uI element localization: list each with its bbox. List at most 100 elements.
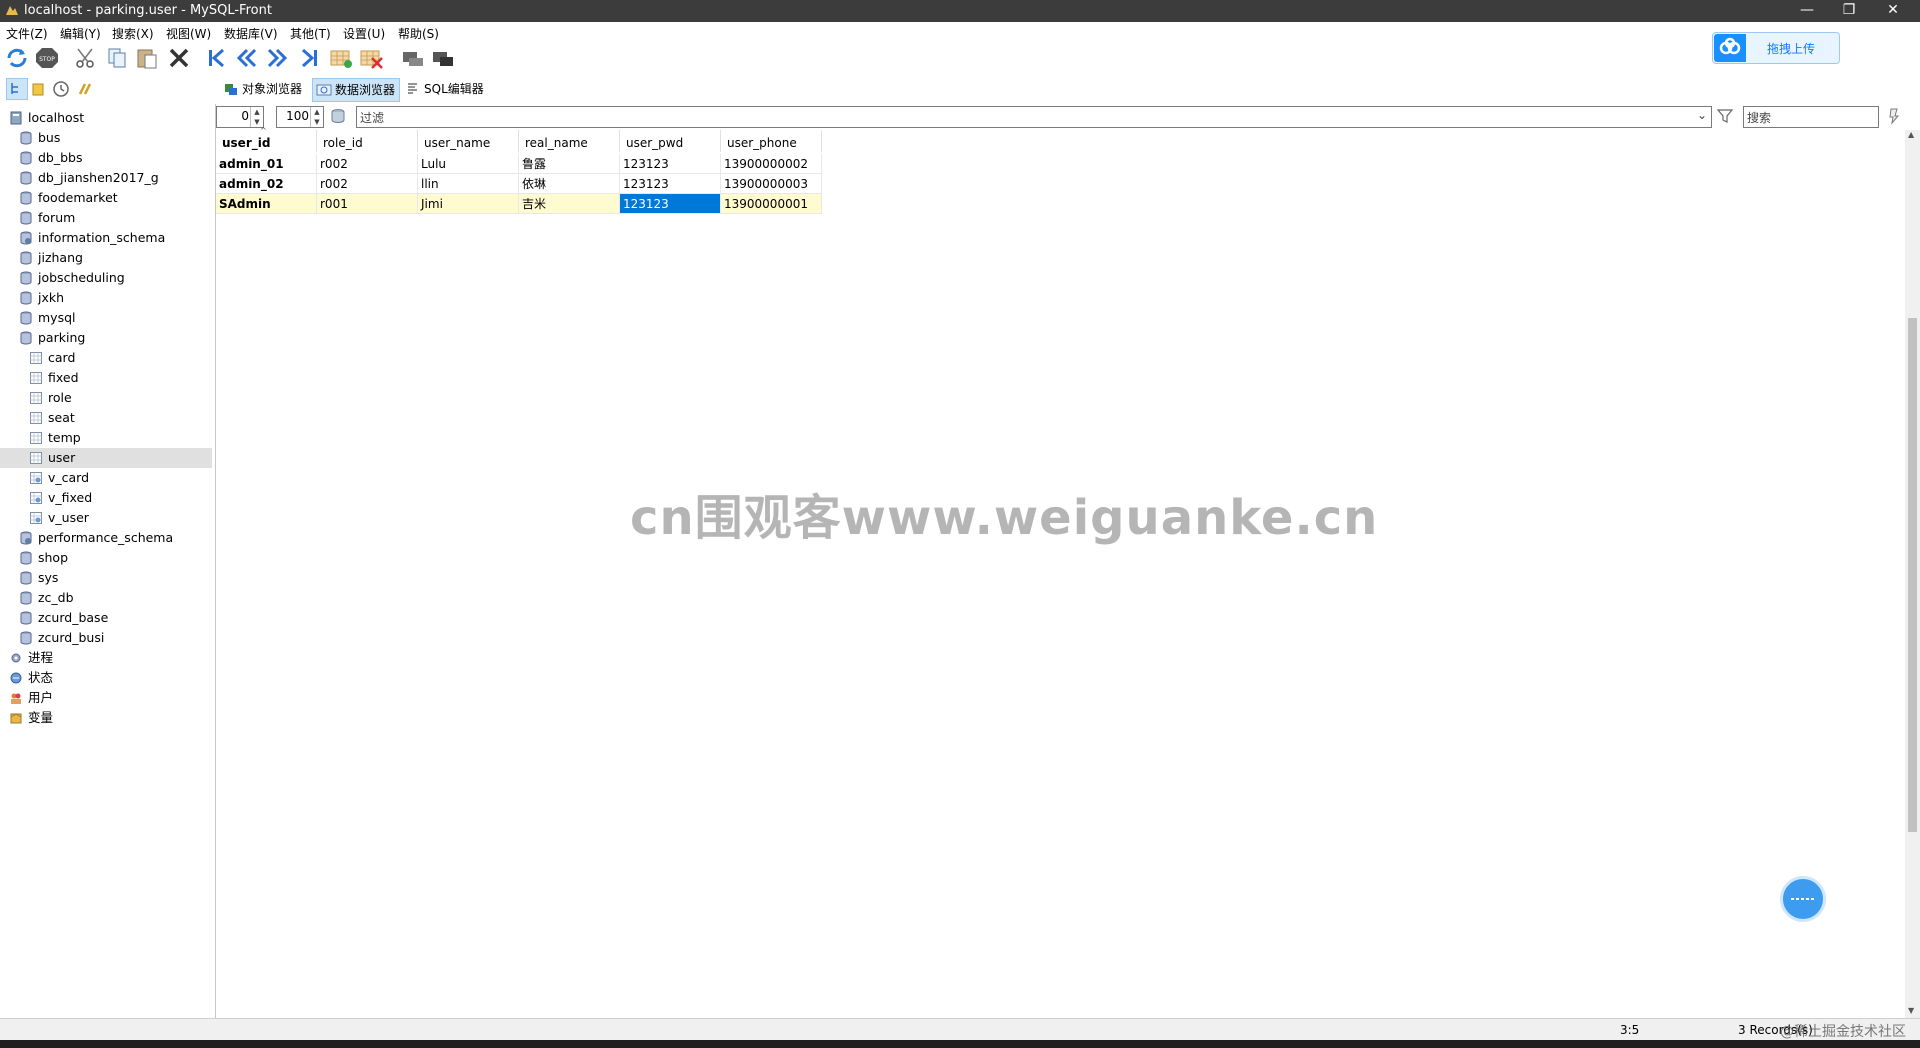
previous-page-icon[interactable]: [234, 46, 260, 70]
tree-item-role[interactable]: role: [0, 388, 212, 408]
tree-item-jizhang[interactable]: jizhang: [0, 248, 212, 268]
search-input[interactable]: 搜索: [1743, 106, 1879, 128]
grid-cell-user_pwd[interactable]: 123123: [620, 174, 721, 194]
database-tree[interactable]: localhost bus db_bbs db_jianshen2017_g foode…: [0, 104, 216, 1018]
tree-item-db_jianshen2017_g[interactable]: db_jianshen2017_g: [0, 168, 212, 188]
tab-data-browser[interactable]: 数据浏览器: [312, 78, 401, 102]
refresh-icon[interactable]: [4, 46, 30, 70]
cancel-changes-icon[interactable]: [430, 46, 456, 70]
table-row[interactable]: admin_02 r002 llin 依琳 123123 13900000003: [216, 174, 822, 194]
close-icon[interactable]: ✕: [1870, 0, 1916, 22]
grid-cell-user_pwd[interactable]: 123123: [620, 194, 721, 214]
menu-edit[interactable]: 编辑(Y): [60, 25, 101, 42]
grid-cell-real_name[interactable]: 鲁露: [519, 154, 620, 174]
data-grid[interactable]: user_id role_id user_name real_name user_pwd…: [216, 126, 1906, 1018]
scrollbar-thumb[interactable]: [1908, 318, 1917, 832]
stepper-arrows-icon[interactable]: ▲ ▼: [310, 107, 323, 127]
delete-icon[interactable]: [166, 46, 192, 70]
scroll-down-icon[interactable]: ▼: [1908, 1006, 1914, 1015]
delete-record-icon[interactable]: [358, 46, 384, 70]
grid-cell-real_name[interactable]: 依琳: [519, 174, 620, 194]
grid-cell-role_id[interactable]: r002: [317, 154, 418, 174]
grid-cell-user_name[interactable]: Jimi: [418, 194, 519, 214]
tree-item-状态[interactable]: 状态: [0, 668, 212, 688]
grid-cell-user_phone[interactable]: 13900000001: [721, 194, 822, 214]
tree-item-进程[interactable]: 进程: [0, 648, 212, 668]
paste-icon[interactable]: [134, 46, 160, 70]
menu-help[interactable]: 帮助(S): [398, 25, 439, 42]
column-header-user_phone[interactable]: user_phone: [721, 130, 822, 152]
next-page-icon[interactable]: [264, 46, 290, 70]
grid-cell-user_id[interactable]: admin_02: [216, 174, 317, 194]
limit-stepper[interactable]: 100 ▲ ▼: [276, 106, 324, 128]
copy-icon[interactable]: [104, 46, 130, 70]
tree-item-card[interactable]: card: [0, 348, 212, 368]
menu-settings[interactable]: 设置(U): [343, 25, 385, 42]
minimize-icon[interactable]: —: [1784, 0, 1830, 22]
grid-cell-real_name[interactable]: 吉米: [519, 194, 620, 214]
tree-item-temp[interactable]: temp: [0, 428, 212, 448]
column-header-real_name[interactable]: real_name: [519, 130, 620, 152]
menu-view[interactable]: 视图(W): [166, 25, 211, 42]
tab-sql-editor[interactable]: SQL编辑器: [402, 78, 488, 100]
tree-item-user[interactable]: user: [0, 448, 212, 468]
grid-cell-role_id[interactable]: r002: [317, 174, 418, 194]
grid-cell-user_name[interactable]: llin: [418, 174, 519, 194]
tree-item-parking[interactable]: parking: [0, 328, 212, 348]
filter-funnel-icon[interactable]: [1716, 107, 1734, 125]
tree-item-用户[interactable]: 用户: [0, 688, 212, 708]
tree-item-seat[interactable]: seat: [0, 408, 212, 428]
sql-history-icon[interactable]: [76, 80, 94, 98]
scroll-up-icon[interactable]: ▲: [1908, 130, 1914, 139]
drag-upload-button[interactable]: 拖拽上传: [1712, 32, 1840, 64]
tree-item-v_fixed[interactable]: v_fixed: [0, 488, 212, 508]
tree-item-变量[interactable]: 变量: [0, 708, 212, 728]
tree-item-fixed[interactable]: fixed: [0, 368, 212, 388]
grid-cell-user_phone[interactable]: 13900000003: [721, 174, 822, 194]
vertical-scrollbar[interactable]: ▲ ▼: [1905, 130, 1920, 1018]
column-header-role_id[interactable]: role_id: [317, 130, 418, 152]
tree-view-icon[interactable]: [6, 78, 28, 100]
tree-item-bus[interactable]: bus: [0, 128, 212, 148]
tree-item-zc_db[interactable]: zc_db: [0, 588, 212, 608]
grid-cell-user_id[interactable]: admin_01: [216, 154, 317, 174]
table-row[interactable]: SAdmin r001 Jimi 吉米 123123 13900000001: [216, 194, 822, 214]
tab-object-browser[interactable]: 对象浏览器: [220, 78, 306, 100]
tree-item-localhost[interactable]: localhost: [0, 108, 212, 128]
post-changes-icon[interactable]: [400, 46, 426, 70]
tree-item-information_schema[interactable]: information_schema: [0, 228, 212, 248]
floating-assistant-button[interactable]: [1780, 876, 1826, 922]
tree-item-jobscheduling[interactable]: jobscheduling: [0, 268, 212, 288]
offset-stepper[interactable]: 0 ▲ ▼: [216, 106, 264, 128]
cut-icon[interactable]: [72, 46, 98, 70]
grid-cell-role_id[interactable]: r001: [317, 194, 418, 214]
quick-search-icon[interactable]: [1886, 107, 1902, 125]
limit-toggle-icon[interactable]: [330, 108, 346, 124]
tree-item-mysql[interactable]: mysql: [0, 308, 212, 328]
last-record-icon[interactable]: [296, 46, 322, 70]
tree-item-db_bbs[interactable]: db_bbs: [0, 148, 212, 168]
tree-item-foodemarket[interactable]: foodemarket: [0, 188, 212, 208]
menu-file[interactable]: 文件(Z): [6, 25, 48, 42]
history-clock-icon[interactable]: [52, 80, 70, 98]
tree-item-sys[interactable]: sys: [0, 568, 212, 588]
grid-cell-user_name[interactable]: Lulu: [418, 154, 519, 174]
column-header-user_pwd[interactable]: user_pwd: [620, 130, 721, 152]
tree-item-v_user[interactable]: v_user: [0, 508, 212, 528]
tree-item-shop[interactable]: shop: [0, 548, 212, 568]
column-header-user_name[interactable]: user_name: [418, 130, 519, 152]
insert-record-icon[interactable]: [328, 46, 354, 70]
tree-item-jxkh[interactable]: jxkh: [0, 288, 212, 308]
menu-search[interactable]: 搜索(X): [112, 25, 154, 42]
tree-item-zcurd_base[interactable]: zcurd_base: [0, 608, 212, 628]
first-record-icon[interactable]: [204, 46, 230, 70]
chevron-down-icon[interactable]: ⌄: [1697, 108, 1707, 122]
grid-cell-user_phone[interactable]: 13900000002: [721, 154, 822, 174]
grid-cell-user_id[interactable]: SAdmin: [216, 194, 317, 214]
menu-database[interactable]: 数据库(V): [224, 25, 278, 42]
tree-item-v_card[interactable]: v_card: [0, 468, 212, 488]
stepper-arrows-icon[interactable]: ▲ ▼: [250, 107, 263, 127]
menu-other[interactable]: 其他(T): [290, 25, 331, 42]
stop-icon[interactable]: STOP: [34, 46, 60, 70]
grid-cell-user_pwd[interactable]: 123123: [620, 154, 721, 174]
